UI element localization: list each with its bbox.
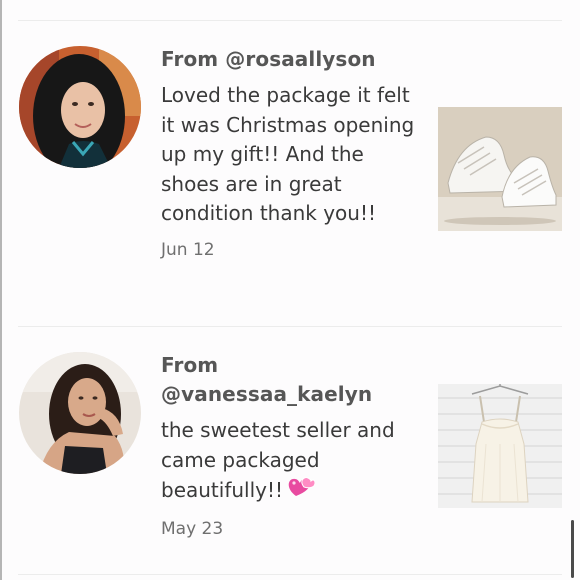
review-username[interactable]: From @rosaallyson bbox=[161, 45, 416, 74]
divider bbox=[18, 326, 562, 327]
sneakers-photo-icon bbox=[438, 107, 562, 231]
review-comment: Loved the package it felt it was Christm… bbox=[161, 83, 415, 225]
review-comment: the sweetest seller and came packaged be… bbox=[161, 416, 416, 508]
divider bbox=[18, 574, 562, 575]
review-text-column: From @vanessaa_kaelyn the sweetest selle… bbox=[161, 351, 416, 540]
reviewer-avatar[interactable] bbox=[19, 46, 141, 168]
avatar-photo-icon bbox=[19, 352, 141, 474]
window-edge bbox=[0, 0, 2, 580]
two-hearts-emoji-icon bbox=[287, 475, 316, 508]
review-text-column: From @rosaallyson Loved the package it f… bbox=[161, 45, 416, 261]
reviewer-avatar[interactable] bbox=[19, 352, 141, 474]
review-username[interactable]: From @vanessaa_kaelyn bbox=[161, 351, 416, 409]
divider bbox=[18, 20, 562, 21]
avatar-photo-icon bbox=[19, 46, 141, 168]
review-date: May 23 bbox=[161, 518, 224, 539]
review-item-thumbnail[interactable] bbox=[438, 107, 562, 231]
review-comment-text: the sweetest seller and came packaged be… bbox=[161, 418, 395, 502]
review-date: Jun 12 bbox=[161, 239, 215, 260]
white-dress-photo-icon bbox=[438, 384, 562, 508]
scrollbar-thumb[interactable] bbox=[571, 520, 574, 578]
review-item-thumbnail[interactable] bbox=[438, 384, 562, 508]
reviews-screen: From @rosaallyson Loved the package it f… bbox=[0, 0, 580, 580]
